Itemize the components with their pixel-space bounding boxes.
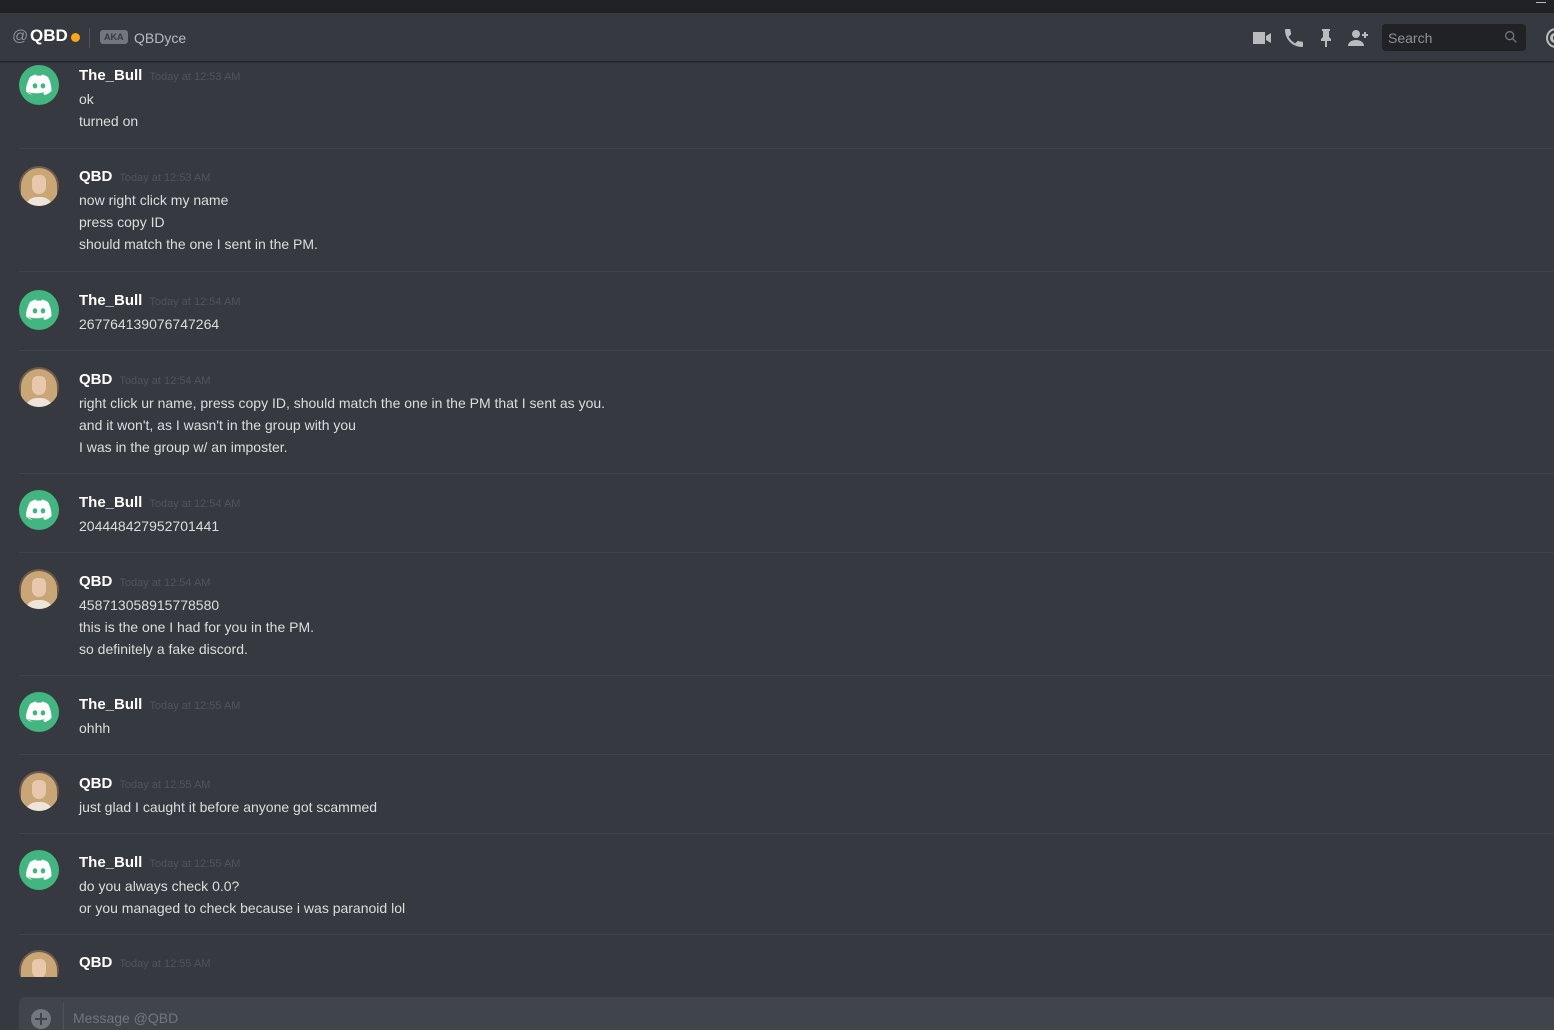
message-timestamp: Today at 12:54 AM bbox=[119, 375, 211, 387]
discord-logo-icon bbox=[26, 499, 52, 520]
author-name[interactable]: QBD bbox=[79, 775, 112, 792]
message-input[interactable] bbox=[73, 1007, 973, 1029]
avatar[interactable] bbox=[19, 290, 59, 330]
avatar[interactable] bbox=[19, 166, 59, 206]
message-author[interactable]: QBD Today at 12:54 AM bbox=[79, 573, 210, 590]
mention-icon[interactable] bbox=[1544, 26, 1554, 50]
message-divider bbox=[19, 754, 1554, 755]
message-author[interactable]: QBD Today at 12:55 AM bbox=[79, 954, 210, 971]
discord-logo-icon bbox=[26, 859, 52, 880]
minimize-icon[interactable] bbox=[1536, 2, 1546, 3]
message-author[interactable]: QBD Today at 12:53 AM bbox=[79, 168, 210, 185]
discord-logo-icon bbox=[26, 74, 52, 95]
message-timestamp: Today at 12:53 AM bbox=[149, 71, 241, 83]
message-text: 458713058915778580 bbox=[79, 597, 220, 613]
message-text: turned on bbox=[79, 113, 139, 129]
message-timestamp: Today at 12:55 AM bbox=[119, 958, 211, 970]
search-box[interactable] bbox=[1382, 24, 1526, 51]
message-composer bbox=[19, 997, 1554, 1030]
message-author[interactable]: QBD Today at 12:55 AM bbox=[79, 775, 210, 792]
message-text: and it won't, as I wasn't in the group w… bbox=[79, 417, 356, 433]
avatar[interactable] bbox=[19, 65, 59, 105]
message-list[interactable]: The_Bull Today at 12:53 AM ok turned on Q… bbox=[0, 62, 1554, 977]
voice-call-icon[interactable] bbox=[1282, 26, 1306, 50]
message-divider bbox=[19, 271, 1554, 272]
message-author[interactable]: The_Bull Today at 12:53 AM bbox=[79, 67, 240, 84]
message-timestamp: Today at 12:54 AM bbox=[119, 577, 211, 589]
avatar[interactable] bbox=[19, 367, 59, 407]
author-name[interactable]: The_Bull bbox=[79, 696, 142, 713]
avatar[interactable] bbox=[19, 569, 59, 609]
avatar[interactable] bbox=[19, 850, 59, 890]
message-timestamp: Today at 12:55 AM bbox=[119, 779, 211, 791]
at-icon: @ bbox=[12, 28, 29, 45]
author-name[interactable]: The_Bull bbox=[79, 494, 142, 511]
author-name[interactable]: QBD bbox=[79, 573, 112, 590]
message-divider bbox=[19, 675, 1554, 676]
search-icon[interactable] bbox=[1503, 29, 1519, 45]
search-input[interactable] bbox=[1382, 24, 1500, 51]
message-text: now right click my name bbox=[79, 192, 229, 208]
message-text: right click ur name, press copy ID, shou… bbox=[79, 395, 606, 411]
message-timestamp: Today at 12:55 AM bbox=[149, 858, 241, 870]
message-text: do you always check 0.0? bbox=[79, 878, 240, 894]
discord-logo-icon bbox=[26, 701, 52, 722]
pin-icon[interactable] bbox=[1314, 26, 1338, 50]
message-text: press copy ID bbox=[79, 214, 165, 230]
author-name[interactable]: QBD bbox=[79, 954, 112, 971]
message-text: or you managed to check because i was pa… bbox=[79, 900, 406, 916]
composer-divider bbox=[63, 1003, 64, 1030]
message-text: ok bbox=[79, 91, 94, 107]
message-timestamp: Today at 12:54 AM bbox=[149, 296, 241, 308]
message-author[interactable]: The_Bull Today at 12:55 AM bbox=[79, 696, 240, 713]
status-idle-indicator bbox=[71, 33, 80, 42]
message-author[interactable]: QBD Today at 12:54 AM bbox=[79, 371, 210, 388]
author-name[interactable]: The_Bull bbox=[79, 67, 142, 84]
message-text: 267764139076747264 bbox=[79, 316, 220, 332]
message-text: this is the one I had for you in the PM. bbox=[79, 619, 315, 635]
avatar[interactable] bbox=[19, 950, 59, 977]
dm-header: @ QBD AKA QBDyce bbox=[0, 13, 1554, 62]
message-author[interactable]: The_Bull Today at 12:55 AM bbox=[79, 854, 240, 871]
message-divider bbox=[19, 833, 1554, 834]
add-friend-icon[interactable] bbox=[1346, 26, 1370, 50]
author-name[interactable]: The_Bull bbox=[79, 292, 142, 309]
avatar[interactable] bbox=[19, 692, 59, 732]
window-titlebar bbox=[0, 0, 1554, 13]
author-name[interactable]: QBD bbox=[79, 371, 112, 388]
upload-plus-icon[interactable] bbox=[31, 1009, 51, 1029]
message-text: I was in the group w/ an imposter. bbox=[79, 439, 288, 455]
message-author[interactable]: The_Bull Today at 12:54 AM bbox=[79, 494, 240, 511]
message-divider bbox=[19, 350, 1554, 351]
message-text: 204448427952701441 bbox=[79, 518, 220, 534]
discord-logo-icon bbox=[26, 299, 52, 320]
message-divider bbox=[19, 934, 1554, 935]
avatar[interactable] bbox=[19, 771, 59, 811]
aka-badge: AKA bbox=[100, 30, 128, 44]
message-text: should match the one I sent in the PM. bbox=[79, 236, 318, 252]
message-divider bbox=[19, 473, 1554, 474]
message-text: just glad I caught it before anyone got … bbox=[79, 799, 378, 815]
message-timestamp: Today at 12:55 AM bbox=[149, 700, 241, 712]
message-text: ohhh bbox=[79, 720, 111, 736]
message-divider bbox=[19, 148, 1554, 149]
author-name[interactable]: The_Bull bbox=[79, 854, 142, 871]
message-text: so definitely a fake discord. bbox=[79, 641, 248, 657]
message-author[interactable]: The_Bull Today at 12:54 AM bbox=[79, 292, 240, 309]
video-call-icon[interactable] bbox=[1250, 26, 1274, 50]
header-divider bbox=[89, 28, 90, 48]
avatar[interactable] bbox=[19, 490, 59, 530]
author-name[interactable]: QBD bbox=[79, 168, 112, 185]
dm-username: QBD bbox=[30, 26, 68, 45]
message-timestamp: Today at 12:54 AM bbox=[149, 498, 241, 510]
message-divider bbox=[19, 552, 1554, 553]
dm-alias: QBDyce bbox=[134, 30, 187, 46]
message-timestamp: Today at 12:53 AM bbox=[119, 172, 211, 184]
